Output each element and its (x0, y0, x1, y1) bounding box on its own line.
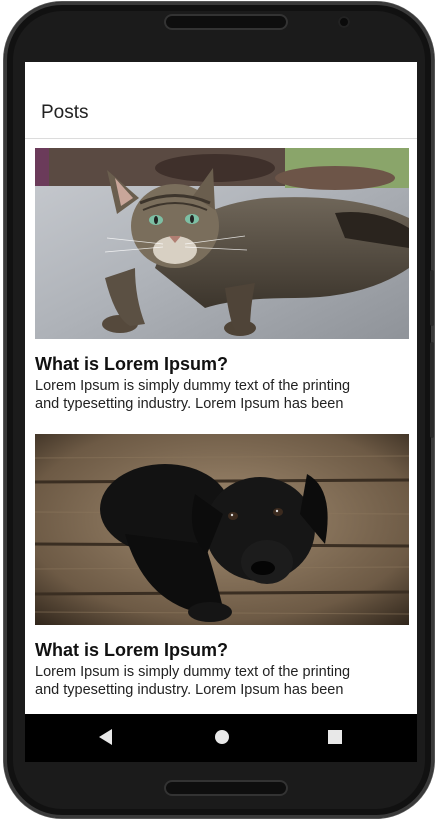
app-bar: Posts (25, 62, 417, 139)
post-excerpt-line: and typesetting industry. Lorem Ipsum ha… (35, 682, 344, 698)
post-card[interactable]: What is Lorem Ipsum? Lorem Ipsum is simp… (35, 148, 409, 413)
post-excerpt-line: Lorem Ipsum is simply dummy text of the … (35, 378, 351, 394)
volume-button (430, 270, 434, 326)
post-excerpt: Lorem Ipsum is simply dummy text of the … (35, 377, 409, 413)
post-excerpt-line: Lorem Ipsum is simply dummy text of the … (35, 664, 351, 680)
post-excerpt: Lorem Ipsum is simply dummy text of the … (35, 663, 409, 699)
home-icon[interactable] (215, 730, 229, 744)
bottom-speaker (164, 780, 288, 796)
power-button (430, 342, 434, 438)
posts-list[interactable]: What is Lorem Ipsum? Lorem Ipsum is simp… (25, 139, 417, 714)
post-title: What is Lorem Ipsum? (35, 640, 229, 660)
top-speaker (164, 14, 288, 30)
black-puppy-photo (35, 434, 409, 625)
navigation-bar (25, 714, 417, 762)
post-card[interactable]: What is Lorem Ipsum? Lorem Ipsum is simp… (35, 434, 409, 699)
cat-photo (35, 148, 409, 339)
front-camera (338, 16, 350, 28)
post-title: What is Lorem Ipsum? (35, 354, 229, 374)
post-excerpt-line: and typesetting industry. Lorem Ipsum ha… (35, 396, 344, 412)
page-title: Posts (41, 102, 89, 123)
recents-icon[interactable] (328, 730, 342, 744)
back-icon[interactable] (99, 729, 112, 745)
screen: Posts What is Lorem Ipsum? Lorem Ipsum i… (25, 62, 417, 762)
